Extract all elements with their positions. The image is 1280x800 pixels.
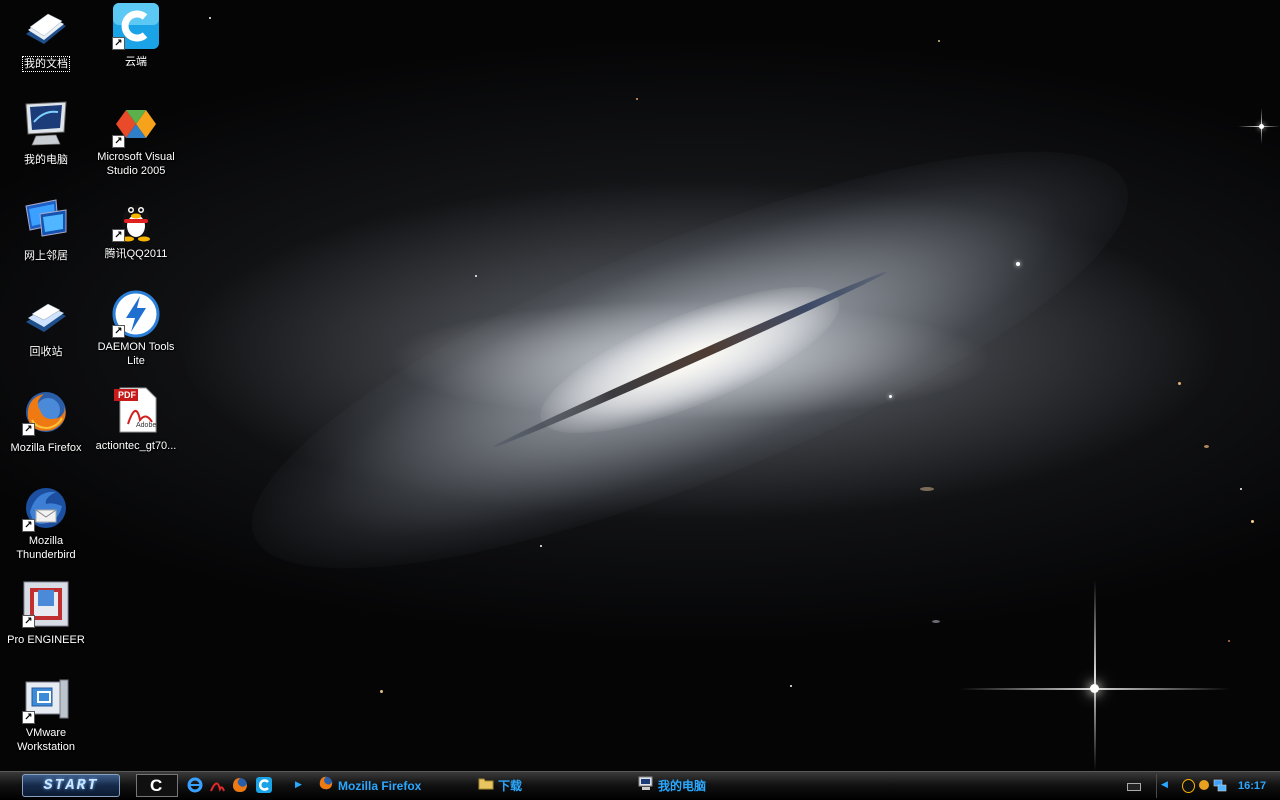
show-hidden-icon[interactable]: ◀ xyxy=(1161,779,1168,790)
pdf-file-icon: PDF Adobe xyxy=(112,386,160,434)
visual-studio-icon: ↗ xyxy=(112,100,160,148)
desktop-icon-label: 回收站 xyxy=(29,346,63,358)
desktop-icon-firefox[interactable]: ↗ Mozilla Firefox xyxy=(0,388,92,456)
desktop-wallpaper: 我的文档 ↗ 云端 我的电脑 ↗ Microsoft Visual Studio… xyxy=(0,0,1280,771)
star-flare xyxy=(1238,126,1280,127)
star xyxy=(1228,640,1230,642)
network-places-icon xyxy=(22,196,70,244)
vmware-icon: ↗ xyxy=(22,676,70,724)
star-flare xyxy=(1261,108,1262,144)
firefox-icon: ↗ xyxy=(22,388,70,436)
shortcut-arrow-icon: ↗ xyxy=(112,229,125,242)
pdf-badge-text: PDF xyxy=(118,390,136,400)
firefox-icon xyxy=(318,775,334,798)
star xyxy=(1178,382,1181,385)
pdf-brand-text: Adobe xyxy=(136,422,157,429)
security-tray-icon[interactable] xyxy=(1199,780,1209,790)
start-button[interactable]: START xyxy=(22,774,120,797)
star xyxy=(209,17,211,19)
desktop-icon-label: Mozilla Thunderbird xyxy=(16,535,76,561)
task-firefox[interactable]: Mozilla Firefox xyxy=(318,775,421,797)
my-documents-icon xyxy=(22,4,70,52)
desktop-icon-label: DAEMON Tools Lite xyxy=(97,341,175,367)
desktop-icon-label: 网上邻居 xyxy=(24,250,68,262)
keyboard-icon[interactable] xyxy=(1127,783,1141,791)
thunderbird-icon: ↗ xyxy=(22,484,70,532)
pro-engineer-icon: ↗ xyxy=(22,580,70,628)
network-tray-icon[interactable] xyxy=(1213,779,1227,793)
desktop-icon-cloud[interactable]: ↗ 云端 xyxy=(90,2,182,70)
task-label: 我的电脑 xyxy=(658,779,707,793)
shortcut-arrow-icon: ↗ xyxy=(22,423,35,436)
desktop-icon-label: Microsoft Visual Studio 2005 xyxy=(97,151,175,177)
recycle-bin-icon xyxy=(22,292,70,340)
desktop-icon-vmware[interactable]: ↗ VMware Workstation xyxy=(0,676,92,755)
star xyxy=(932,620,940,623)
desktop-icon-recycle-bin[interactable]: 回收站 xyxy=(0,292,92,360)
desktop-icon-pro-engineer[interactable]: ↗ Pro ENGINEER xyxy=(0,580,92,648)
desktop-icon-my-computer[interactable]: 我的电脑 xyxy=(0,100,92,168)
cloud-app-icon: C xyxy=(150,776,163,795)
desktop-icon-label: VMware Workstation xyxy=(17,727,75,753)
my-computer-icon xyxy=(638,775,654,798)
desktop-icon-visual-studio[interactable]: ↗ Microsoft Visual Studio 2005 xyxy=(90,100,182,179)
shortcut-arrow-icon: ↗ xyxy=(112,135,125,148)
desktop-icon-network[interactable]: 网上邻居 xyxy=(0,196,92,264)
desktop-icon-label: 我的文档 xyxy=(22,56,70,72)
task-downloads-folder[interactable]: 下载 xyxy=(478,775,522,797)
taskbar: START C ▶ Mozilla Firefox 下载 我的电脑 ◀ 16:1… xyxy=(0,771,1280,800)
desktop-icon-thunderbird[interactable]: ↗ Mozilla Thunderbird xyxy=(0,484,92,563)
desktop-icon-label: 腾讯QQ2011 xyxy=(104,248,168,260)
desktop-icon-qq[interactable]: ↗ 腾讯QQ2011 xyxy=(90,194,182,262)
desktop-icon-label: Mozilla Firefox xyxy=(10,442,82,454)
quick-launch-acrobat[interactable] xyxy=(208,775,226,795)
star xyxy=(636,98,638,100)
desktop-icon-label: actiontec_gt70... xyxy=(95,440,177,452)
quick-launch-cloud-small[interactable] xyxy=(255,775,273,795)
desktop-icon-my-documents[interactable]: 我的文档 xyxy=(0,4,92,72)
folder-icon xyxy=(478,775,494,798)
task-label: 下载 xyxy=(498,779,523,793)
task-my-computer[interactable]: 我的电脑 xyxy=(638,775,706,797)
desktop-icon-label: 我的电脑 xyxy=(24,154,68,166)
task-label: Mozilla Firefox xyxy=(338,779,422,793)
shortcut-arrow-icon: ↗ xyxy=(22,615,35,628)
quick-launch-firefox[interactable] xyxy=(231,775,249,795)
clock[interactable]: 16:17 xyxy=(1238,775,1266,797)
star xyxy=(540,545,542,547)
quick-launch-expand-icon[interactable]: ▶ xyxy=(295,779,302,790)
shortcut-arrow-icon: ↗ xyxy=(112,37,125,50)
daemon-tools-icon: ↗ xyxy=(112,290,160,338)
desktop-icon-label: Pro ENGINEER xyxy=(7,634,85,646)
star-flare xyxy=(1094,580,1096,771)
star xyxy=(920,487,934,491)
quick-launch-cloud[interactable]: C xyxy=(136,774,178,797)
quick-launch-ie[interactable] xyxy=(186,775,204,795)
star xyxy=(380,690,383,693)
desktop-icon-pdf-file[interactable]: PDF Adobe actiontec_gt70... xyxy=(90,386,182,454)
star xyxy=(1240,488,1242,490)
star xyxy=(1016,262,1020,266)
desktop-icon-daemon-tools[interactable]: ↗ DAEMON Tools Lite xyxy=(90,290,182,369)
star xyxy=(1251,520,1254,523)
shortcut-arrow-icon: ↗ xyxy=(22,711,35,724)
star xyxy=(475,275,477,277)
star xyxy=(938,40,940,42)
shortcut-arrow-icon: ↗ xyxy=(112,325,125,338)
desktop-icon-label: 云端 xyxy=(125,56,147,68)
star xyxy=(889,395,892,398)
qq-tray-icon[interactable] xyxy=(1182,779,1195,793)
star xyxy=(790,685,792,687)
star xyxy=(1204,445,1209,448)
cloud-app-icon: ↗ xyxy=(112,2,160,50)
my-computer-icon xyxy=(22,100,70,148)
shortcut-arrow-icon: ↗ xyxy=(22,519,35,532)
qq-penguin-icon: ↗ xyxy=(112,194,160,242)
